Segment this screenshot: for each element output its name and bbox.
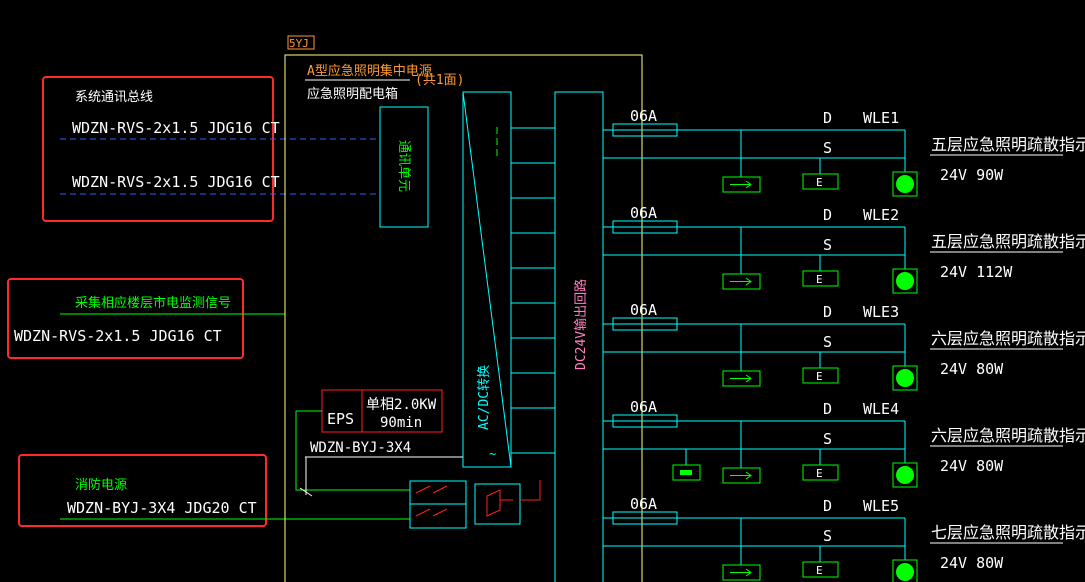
comm-bus-title: 系统通讯总线 xyxy=(75,90,153,105)
e-label: E xyxy=(816,564,823,577)
circuit-id: WLE3 xyxy=(863,303,899,321)
circuit-spec: 24V 80W xyxy=(940,554,1004,572)
breaker-label: 06A xyxy=(630,495,657,513)
monitor-cable: WDZN-RVS-2x1.5 JDG16 CT xyxy=(14,327,222,345)
breaker-label: 06A xyxy=(630,204,657,222)
circuit-spec: 24V 80W xyxy=(940,457,1004,475)
circuit-4: 06A DS WLE4 E 六层应急照明疏散指示2 24V 80W xyxy=(603,398,1085,488)
comm-bus-cable-2: WDZN-RVS-2x1.5 JDG16 CT xyxy=(72,173,280,191)
output-circuits: 06A DSWLE1E五层应急照明疏散指示124V 90W06A DSWLE2E五层… xyxy=(603,107,1085,582)
comm-bus-cable-1: WDZN-RVS-2x1.5 JDG16 CT xyxy=(72,119,280,137)
circuit-id: WLE1 xyxy=(863,109,899,127)
s-label: S xyxy=(823,139,832,157)
emergency-lamp-icon xyxy=(896,466,914,484)
switch-box-2 xyxy=(474,483,521,525)
circuit-id: WLE4 xyxy=(863,400,899,418)
extra-device-fill xyxy=(680,470,692,475)
circuit-id: WLE2 xyxy=(863,206,899,224)
exit-arrow-icon xyxy=(730,180,752,189)
circuit-name: 六层应急照明疏散指示1 xyxy=(931,329,1085,348)
e-label: E xyxy=(816,467,823,480)
fire-power-title: 消防电源 xyxy=(75,477,127,493)
circuit-id: WLE5 xyxy=(863,497,899,515)
breaker-label: 06A xyxy=(630,107,657,125)
e-label: E xyxy=(816,370,823,383)
panel-tag: 5YJ xyxy=(289,37,309,50)
emergency-lamp-icon xyxy=(896,369,914,387)
monitor-title: 采集相应楼层市电监测信号 xyxy=(75,295,231,311)
e-label: E xyxy=(816,273,823,286)
exit-arrow-icon xyxy=(730,471,752,480)
emergency-lamp-icon xyxy=(896,175,914,193)
d-label: D xyxy=(823,303,832,321)
d-label: D xyxy=(823,497,832,515)
eps-spec-1: 单相2.0KW xyxy=(366,397,437,413)
converter-bus-links xyxy=(511,127,555,454)
breaker-label: 06A xyxy=(630,301,657,319)
circuit-5: 06A DS WLE5 E 七层应急照明疏散指示1 24V 80W xyxy=(603,495,1085,582)
circuit-spec: 24V 90W xyxy=(940,166,1004,184)
exit-arrow-icon xyxy=(730,374,752,383)
d-label: D xyxy=(823,400,832,418)
d-label: D xyxy=(823,206,832,224)
switch-contacts-2 xyxy=(486,480,541,517)
switch-contacts-1 xyxy=(415,485,448,517)
circuit-name: 五层应急照明疏散指示1 xyxy=(931,135,1085,154)
comm-unit-label: 通讯单元 xyxy=(396,140,411,192)
circuit-name: 五层应急照明疏散指示2 xyxy=(931,232,1085,251)
eps-label: EPS xyxy=(327,410,354,428)
s-label: S xyxy=(823,430,832,448)
breaker-label: 06A xyxy=(630,398,657,416)
schematic-canvas: 系统通讯总线 WDZN-RVS-2x1.5 JDG16 CT WDZN-RVS-… xyxy=(7,35,1085,582)
circuit-name: 六层应急照明疏散指示2 xyxy=(931,426,1085,445)
highlight-box-monitor xyxy=(7,278,244,359)
circuit-3: 06A DS WLE3 E 六层应急照明疏散指示1 24V 80W xyxy=(603,301,1085,391)
feed-cable-label: WDZN-BYJ-3X4 xyxy=(310,440,411,456)
circuit-2: 06A DS WLE2 E 五层应急照明疏散指示2 24V 112W xyxy=(603,204,1085,294)
s-label: S xyxy=(823,333,832,351)
circuit-1: 06A DS WLE1 E 五层应急照明疏散指示1 24V 90W xyxy=(603,107,1085,197)
panel-subtitle: 应急照明配电箱 xyxy=(307,86,398,102)
circuit-spec: 24V 80W xyxy=(940,360,1004,378)
dc-bus-label: DC24V输出回路 xyxy=(573,279,589,370)
circuit-spec: 24V 112W xyxy=(940,263,1013,281)
eps-spec-2: 90min xyxy=(380,415,422,431)
e-label: E xyxy=(816,176,823,189)
d-label: D xyxy=(823,109,832,127)
panel-title-suffix: (共1面) xyxy=(415,73,464,88)
emergency-lamp-icon xyxy=(896,563,914,581)
panel-title: A型应急照明集中电源 xyxy=(307,63,432,79)
exit-arrow-icon xyxy=(730,277,752,286)
s-label: S xyxy=(823,527,832,545)
fire-power-cable: WDZN-BYJ-3X4 JDG20 CT xyxy=(67,499,257,517)
s-label: S xyxy=(823,236,832,254)
emergency-lamp-icon xyxy=(896,272,914,290)
exit-arrow-icon xyxy=(730,568,752,577)
acdc-label: AC/DC转换 xyxy=(477,365,492,430)
ac-symbol: ~ xyxy=(489,447,496,461)
circuit-name: 七层应急照明疏散指示1 xyxy=(931,523,1085,542)
